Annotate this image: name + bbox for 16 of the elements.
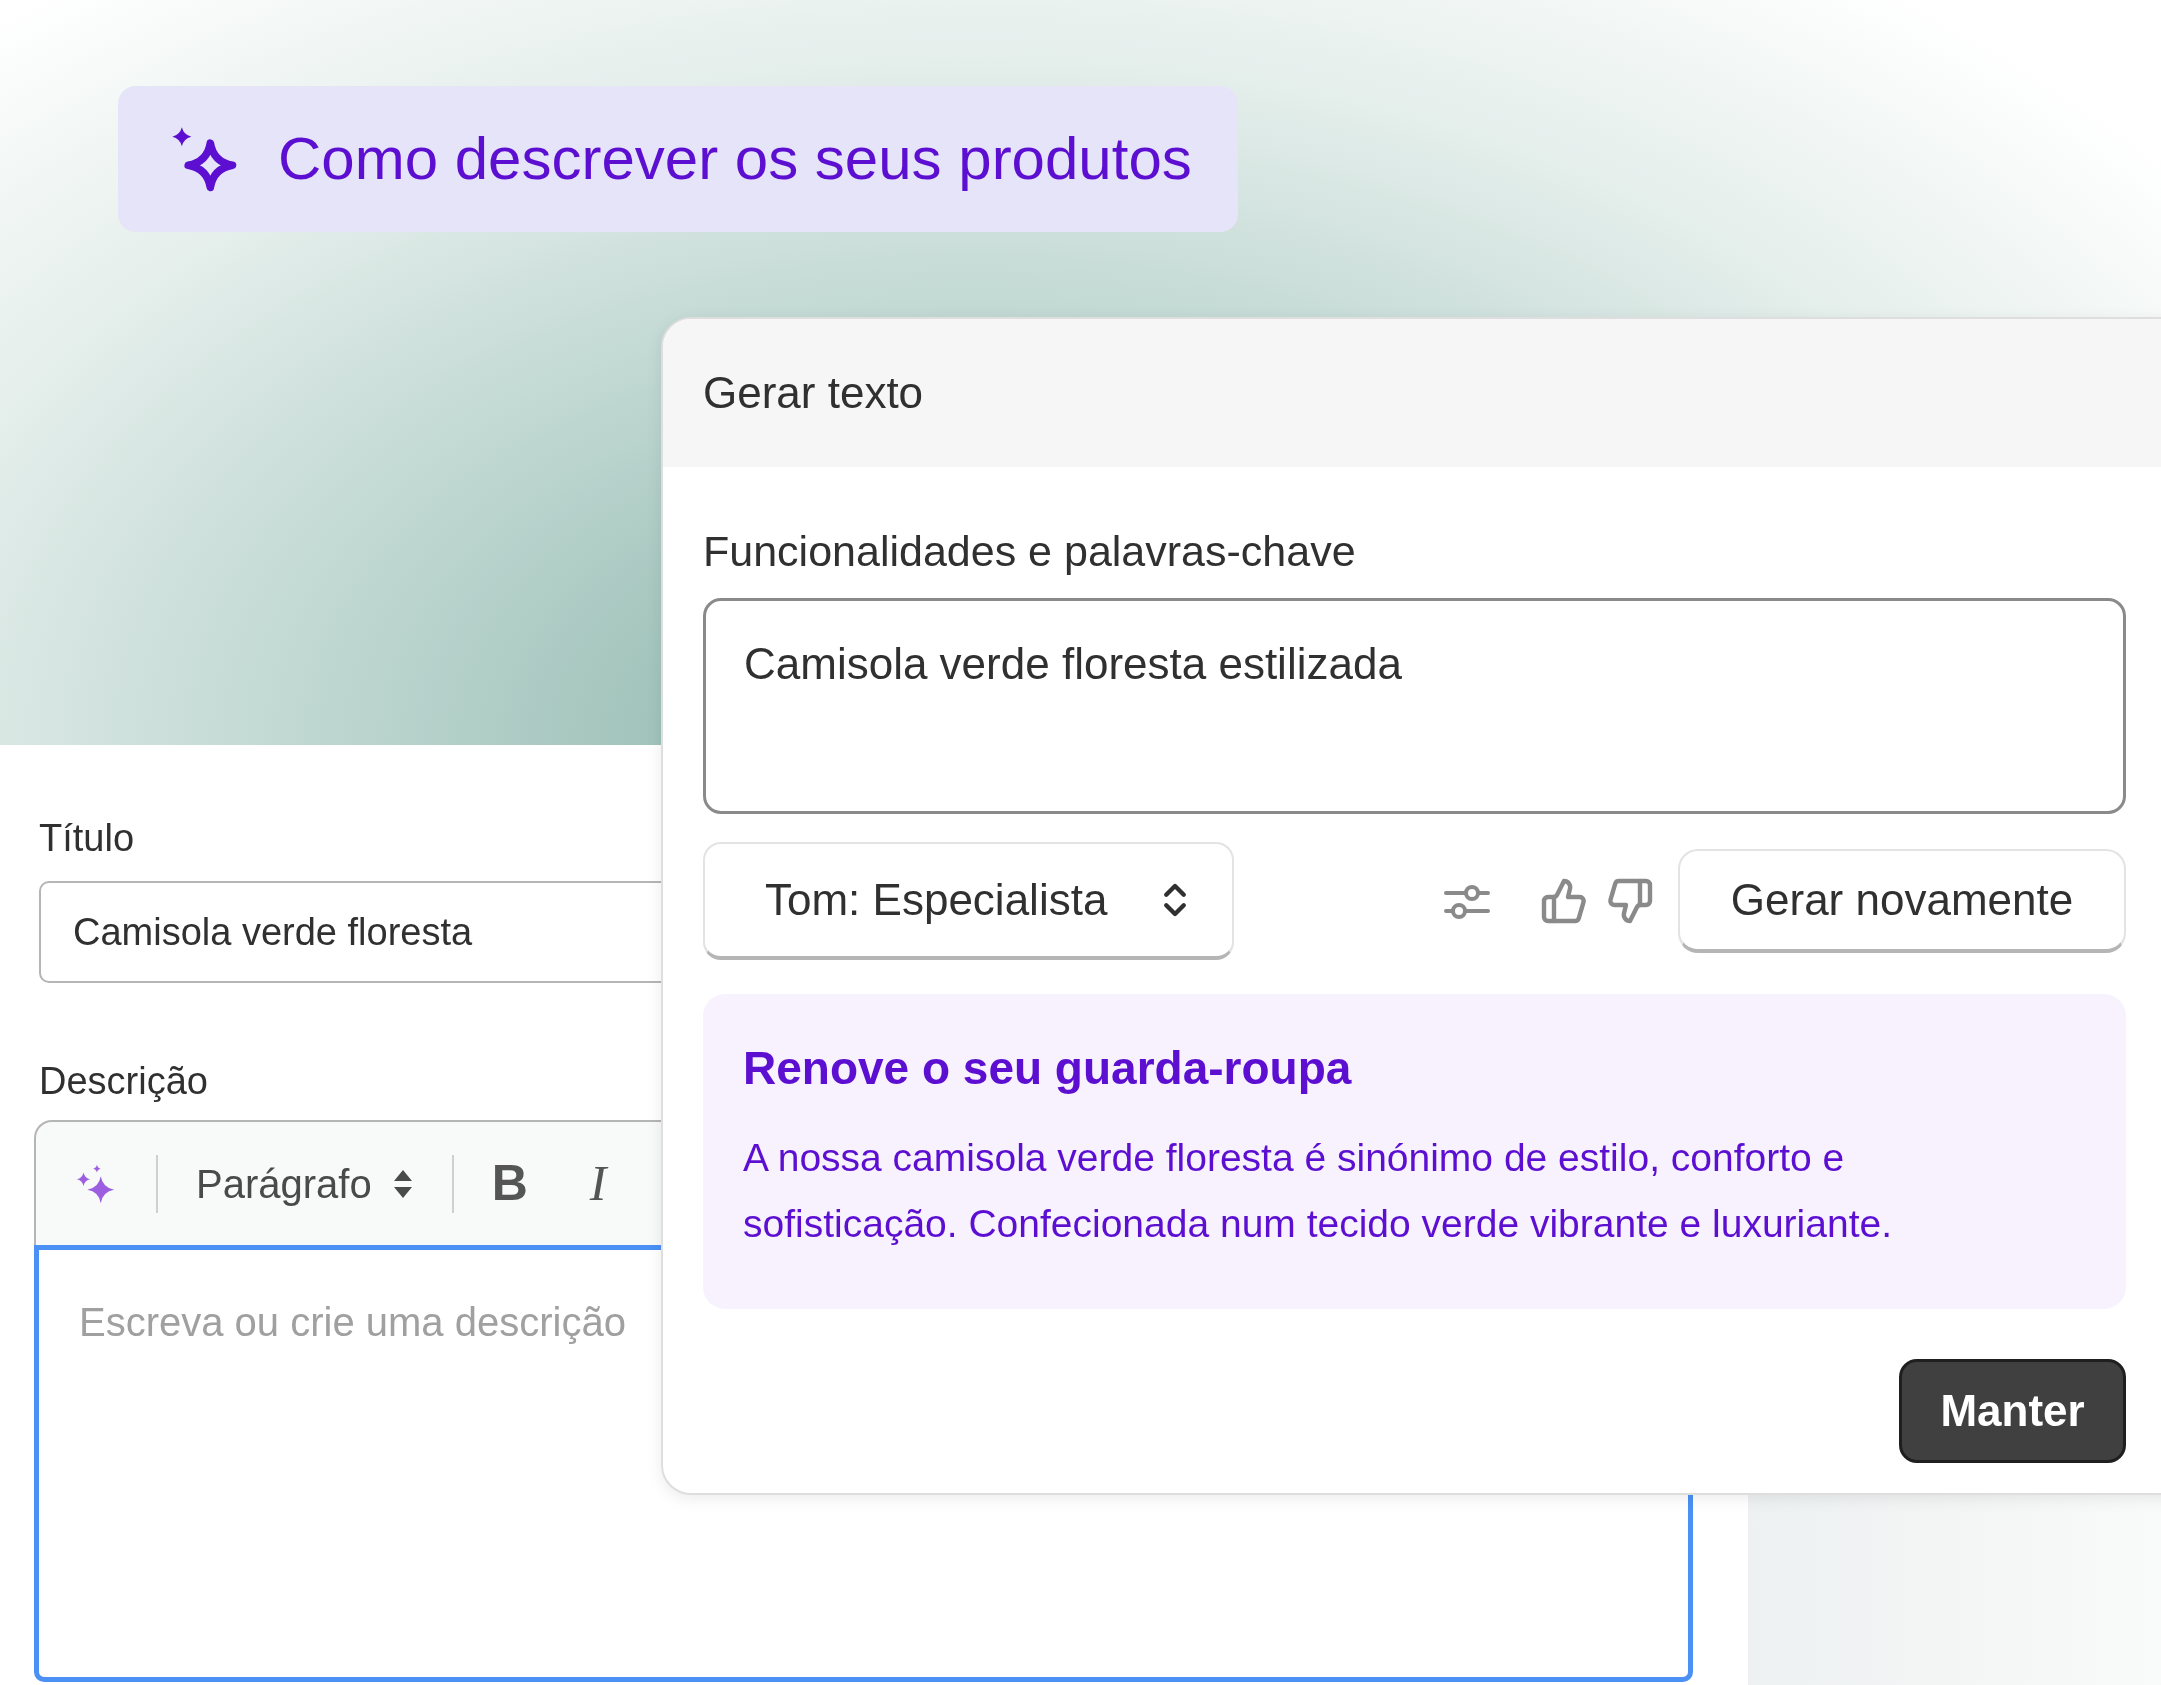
thumbs-up-icon[interactable] [1540, 876, 1588, 925]
format-select[interactable]: Parágrafo [196, 1153, 414, 1214]
regenerate-button[interactable]: Gerar novamente [1678, 848, 2126, 953]
banner-title: Como descrever os seus produtos [278, 124, 1192, 194]
italic-button[interactable]: I [589, 1146, 607, 1221]
keywords-textarea[interactable]: Camisola verde floresta estilizada [703, 597, 2126, 814]
generated-body: A nossa camisola verde floresta é sinónimo de estilo, conforto e sofisticação. Confecionada num tecido verde vibrante e luxuriante. [743, 1134, 1893, 1247]
thumbs-down-icon[interactable] [1606, 876, 1654, 925]
generated-heading: Renove o seu guarda-roupa [743, 1040, 1353, 1096]
tone-select[interactable]: Tom: Especialista [703, 841, 1234, 960]
keep-button[interactable]: Manter [1899, 1358, 2126, 1463]
field-label: Descrição [39, 1059, 208, 1104]
bold-button[interactable]: B [491, 1146, 528, 1221]
field-label: Funcionalidades e palavras-chave [703, 526, 1356, 577]
field-label: Título [39, 816, 135, 861]
dialog-title: Gerar texto [703, 367, 924, 419]
